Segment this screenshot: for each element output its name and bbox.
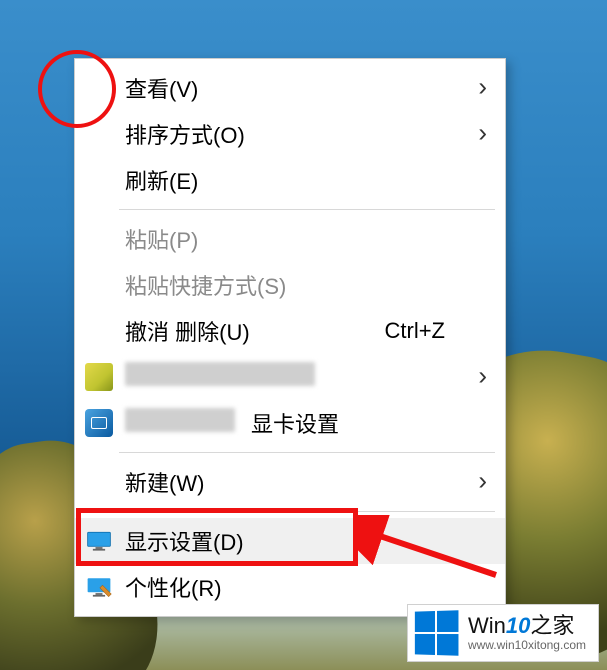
chevron-right-icon: ›	[478, 71, 487, 102]
menu-item-paste-shortcut: 粘贴快捷方式(S)	[75, 262, 505, 308]
menu-item-label: 显示设置(D)	[125, 525, 505, 557]
menu-item-label: 显卡设置	[125, 407, 505, 439]
chevron-right-icon: ›	[478, 117, 487, 148]
menu-item-new[interactable]: 新建(W) ›	[75, 459, 505, 505]
menu-separator	[119, 209, 495, 210]
menu-separator	[119, 452, 495, 453]
monitor-icon	[85, 527, 113, 555]
menu-item-label: 撤消 删除(U)	[125, 315, 385, 347]
menu-item-refresh[interactable]: 刷新(E)	[75, 157, 505, 203]
watermark-brand-num: 10	[506, 613, 530, 638]
menu-item-label: 粘贴(P)	[125, 223, 505, 255]
menu-item-view[interactable]: 查看(V) ›	[75, 65, 505, 111]
watermark-url: www.win10xitong.com	[468, 639, 586, 652]
menu-item-label: 排序方式(O)	[125, 118, 505, 150]
yellow-app-icon	[85, 363, 113, 391]
menu-item-sort[interactable]: 排序方式(O) ›	[75, 111, 505, 157]
desktop-context-menu: 查看(V) › 排序方式(O) › 刷新(E) 粘贴(P) 粘贴快捷方式(S) …	[74, 58, 506, 617]
watermark-brand-suffix: 之家	[530, 613, 574, 638]
personalize-icon	[85, 573, 113, 601]
menu-item-app-obscured[interactable]: ›	[75, 354, 505, 400]
watermark: Win10之家 www.win10xitong.com	[407, 604, 599, 662]
chevron-right-icon: ›	[478, 360, 487, 391]
menu-item-label: 粘贴快捷方式(S)	[125, 269, 505, 301]
desktop-wallpaper: 查看(V) › 排序方式(O) › 刷新(E) 粘贴(P) 粘贴快捷方式(S) …	[0, 0, 607, 670]
menu-item-label: 查看(V)	[125, 72, 505, 104]
obscured-text	[125, 362, 315, 386]
menu-item-label	[125, 362, 505, 392]
menu-separator	[119, 511, 495, 512]
windows-logo-icon	[415, 610, 459, 655]
chevron-right-icon: ›	[478, 465, 487, 496]
menu-item-display-settings[interactable]: 显示设置(D)	[75, 518, 505, 564]
menu-item-label: 个性化(R)	[125, 571, 505, 603]
watermark-text: Win10之家 www.win10xitong.com	[468, 614, 586, 651]
menu-item-label: 刷新(E)	[125, 164, 505, 196]
menu-item-label: 新建(W)	[125, 466, 505, 498]
label-suffix: 显卡设置	[251, 412, 339, 437]
annotation-circle	[38, 50, 116, 128]
obscured-text	[125, 408, 235, 432]
menu-item-paste: 粘贴(P)	[75, 216, 505, 262]
menu-item-graphics-settings[interactable]: 显卡设置	[75, 400, 505, 446]
watermark-brand-prefix: Win	[468, 613, 506, 638]
menu-item-shortcut: Ctrl+Z	[385, 318, 506, 344]
menu-item-undo-delete[interactable]: 撤消 删除(U) Ctrl+Z	[75, 308, 505, 354]
intel-icon	[85, 409, 113, 437]
